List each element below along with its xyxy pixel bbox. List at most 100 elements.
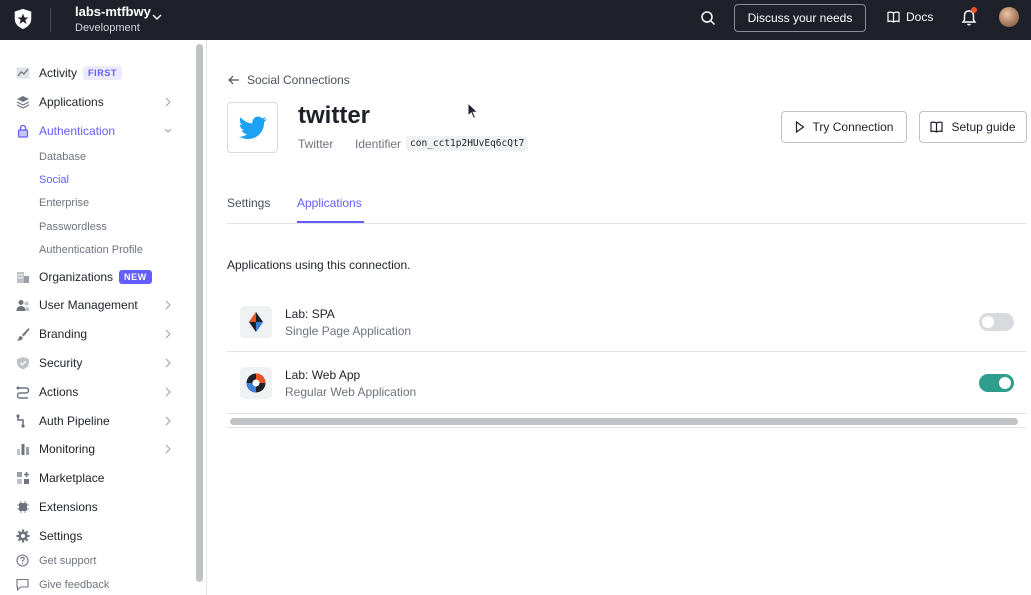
sub-item-authentication-profile[interactable]: Authentication Profile: [39, 244, 143, 256]
chevron-right-icon: [165, 444, 171, 454]
brush-icon: [16, 328, 30, 341]
back-to-social-connections-link[interactable]: Social Connections: [228, 73, 350, 87]
chevron-right-icon: [165, 300, 171, 310]
sidebar-item-label: Authentication: [39, 124, 116, 138]
chevron-down-icon[interactable]: [152, 12, 162, 22]
sidebar: Activity FIRST Applications Authenticati…: [0, 40, 193, 595]
sidebar-item-actions[interactable]: Actions: [16, 382, 176, 402]
sidebar-item-authentication[interactable]: Authentication: [16, 121, 176, 141]
shield-icon: [17, 357, 29, 370]
identifier-label: Identifier: [355, 137, 402, 151]
tenant-switcher[interactable]: labs-mtfbwy Development: [75, 3, 151, 36]
docs-link[interactable]: Docs: [887, 10, 933, 24]
avatar[interactable]: [999, 7, 1019, 27]
try-connection-label: Try Connection: [812, 120, 894, 134]
app-enabled-toggle[interactable]: [979, 374, 1014, 392]
footer-label: Give feedback: [39, 578, 110, 591]
footer-label: Get support: [39, 554, 97, 567]
sub-item-database[interactable]: Database: [39, 151, 86, 163]
sub-item-enterprise[interactable]: Enterprise: [39, 197, 89, 209]
sub-item-passwordless[interactable]: Passwordless: [39, 221, 107, 233]
sidebar-item-extensions[interactable]: Extensions: [16, 497, 176, 517]
sidebar-item-marketplace[interactable]: Marketplace: [16, 468, 176, 488]
sidebar-item-label: Applications: [39, 95, 104, 109]
chevron-right-icon: [165, 329, 171, 339]
plus-grid-icon: [17, 472, 29, 484]
sidebar-item-user-management[interactable]: User Management: [16, 295, 176, 315]
app-type: Regular Web Application: [285, 385, 417, 399]
sidebar-scrollbar[interactable]: [196, 44, 203, 582]
book-icon: [887, 11, 900, 23]
sidebar-item-settings[interactable]: Settings: [16, 526, 176, 546]
pipeline-icon: [16, 414, 25, 428]
get-support-link[interactable]: Get support: [16, 554, 96, 567]
new-badge: NEW: [119, 270, 152, 284]
back-link-label: Social Connections: [247, 73, 350, 87]
connection-subtitle: Twitter: [298, 137, 334, 151]
identifier-value[interactable]: con_cct1p2HUvEq6cQt7: [406, 136, 529, 151]
spa-app-icon: [240, 306, 272, 338]
sidebar-item-label: User Management: [39, 298, 138, 312]
sidebar-item-monitoring[interactable]: Monitoring: [16, 439, 176, 459]
activity-icon: [16, 67, 30, 79]
auth0-logo-icon[interactable]: [12, 8, 34, 30]
sidebar-item-security[interactable]: Security: [16, 353, 176, 373]
docs-label: Docs: [906, 10, 934, 24]
give-feedback-link[interactable]: Give feedback: [16, 578, 109, 591]
active-tab-indicator: [297, 221, 364, 223]
tab-applications[interactable]: Applications: [297, 196, 362, 210]
sidebar-item-label: Monitoring: [39, 442, 96, 456]
chip-icon: [17, 501, 29, 513]
web-app-icon: [240, 367, 272, 399]
setup-guide-button[interactable]: Setup guide: [919, 111, 1027, 143]
try-connection-button[interactable]: Try Connection: [781, 111, 907, 143]
toggle-knob: [999, 377, 1011, 389]
sub-item-social[interactable]: Social: [39, 174, 69, 186]
sidebar-item-auth-pipeline[interactable]: Auth Pipeline: [16, 411, 176, 431]
sidebar-item-organizations[interactable]: Organizations NEW: [16, 267, 176, 287]
list-item: Lab: SPA Single Page Application: [227, 292, 1027, 352]
tenant-environment: Development: [75, 22, 140, 34]
bar-chart-icon: [17, 444, 29, 455]
sidebar-item-label: Actions: [39, 385, 79, 399]
sidebar-item-label: Activity: [39, 66, 78, 80]
app-enabled-toggle[interactable]: [979, 313, 1014, 331]
building-icon: [17, 272, 29, 283]
sidebar-item-label: Organizations: [39, 270, 114, 284]
topbar-divider: [50, 8, 51, 32]
app-name: Lab: SPA: [285, 307, 335, 321]
lock-icon: [17, 124, 29, 138]
feedback-icon: [16, 578, 29, 591]
sidebar-item-label: Auth Pipeline: [39, 414, 110, 428]
mouse-cursor-icon: [467, 102, 479, 120]
sidebar-item-label: Extensions: [39, 500, 98, 514]
gear-icon: [16, 529, 30, 543]
tenant-name: labs-mtfbwy: [75, 4, 151, 19]
sidebar-item-activity[interactable]: Activity FIRST: [16, 63, 176, 83]
app-type: Single Page Application: [285, 324, 412, 338]
applications-section-description: Applications using this connection.: [227, 258, 411, 272]
chevron-down-icon: [164, 128, 172, 133]
help-circle-icon: [16, 554, 29, 567]
first-badge: FIRST: [83, 66, 123, 80]
sidebar-item-label: Marketplace: [39, 471, 105, 485]
users-icon: [16, 300, 30, 311]
sidebar-item-label: Security: [39, 356, 83, 370]
sidebar-item-label: Settings: [39, 529, 83, 543]
play-icon: [795, 121, 805, 133]
horizontal-scrollbar-track: [227, 416, 1027, 428]
discuss-needs-button[interactable]: Discuss your needs: [734, 4, 866, 32]
connection-logo: [227, 102, 278, 153]
sidebar-item-label: Branding: [39, 327, 88, 341]
sidebar-item-branding[interactable]: Branding: [16, 324, 176, 344]
horizontal-scrollbar[interactable]: [230, 418, 1018, 425]
sidebar-item-applications[interactable]: Applications: [16, 92, 176, 112]
applications-list: Lab: SPA Single Page Application Lab: We…: [227, 292, 1027, 414]
chevron-right-icon: [165, 358, 171, 368]
chevron-right-icon: [165, 416, 171, 426]
flow-icon: [16, 386, 30, 399]
setup-guide-label: Setup guide: [951, 120, 1016, 134]
tab-settings[interactable]: Settings: [227, 196, 270, 210]
toggle-knob: [982, 316, 994, 328]
search-icon[interactable]: [700, 10, 716, 26]
